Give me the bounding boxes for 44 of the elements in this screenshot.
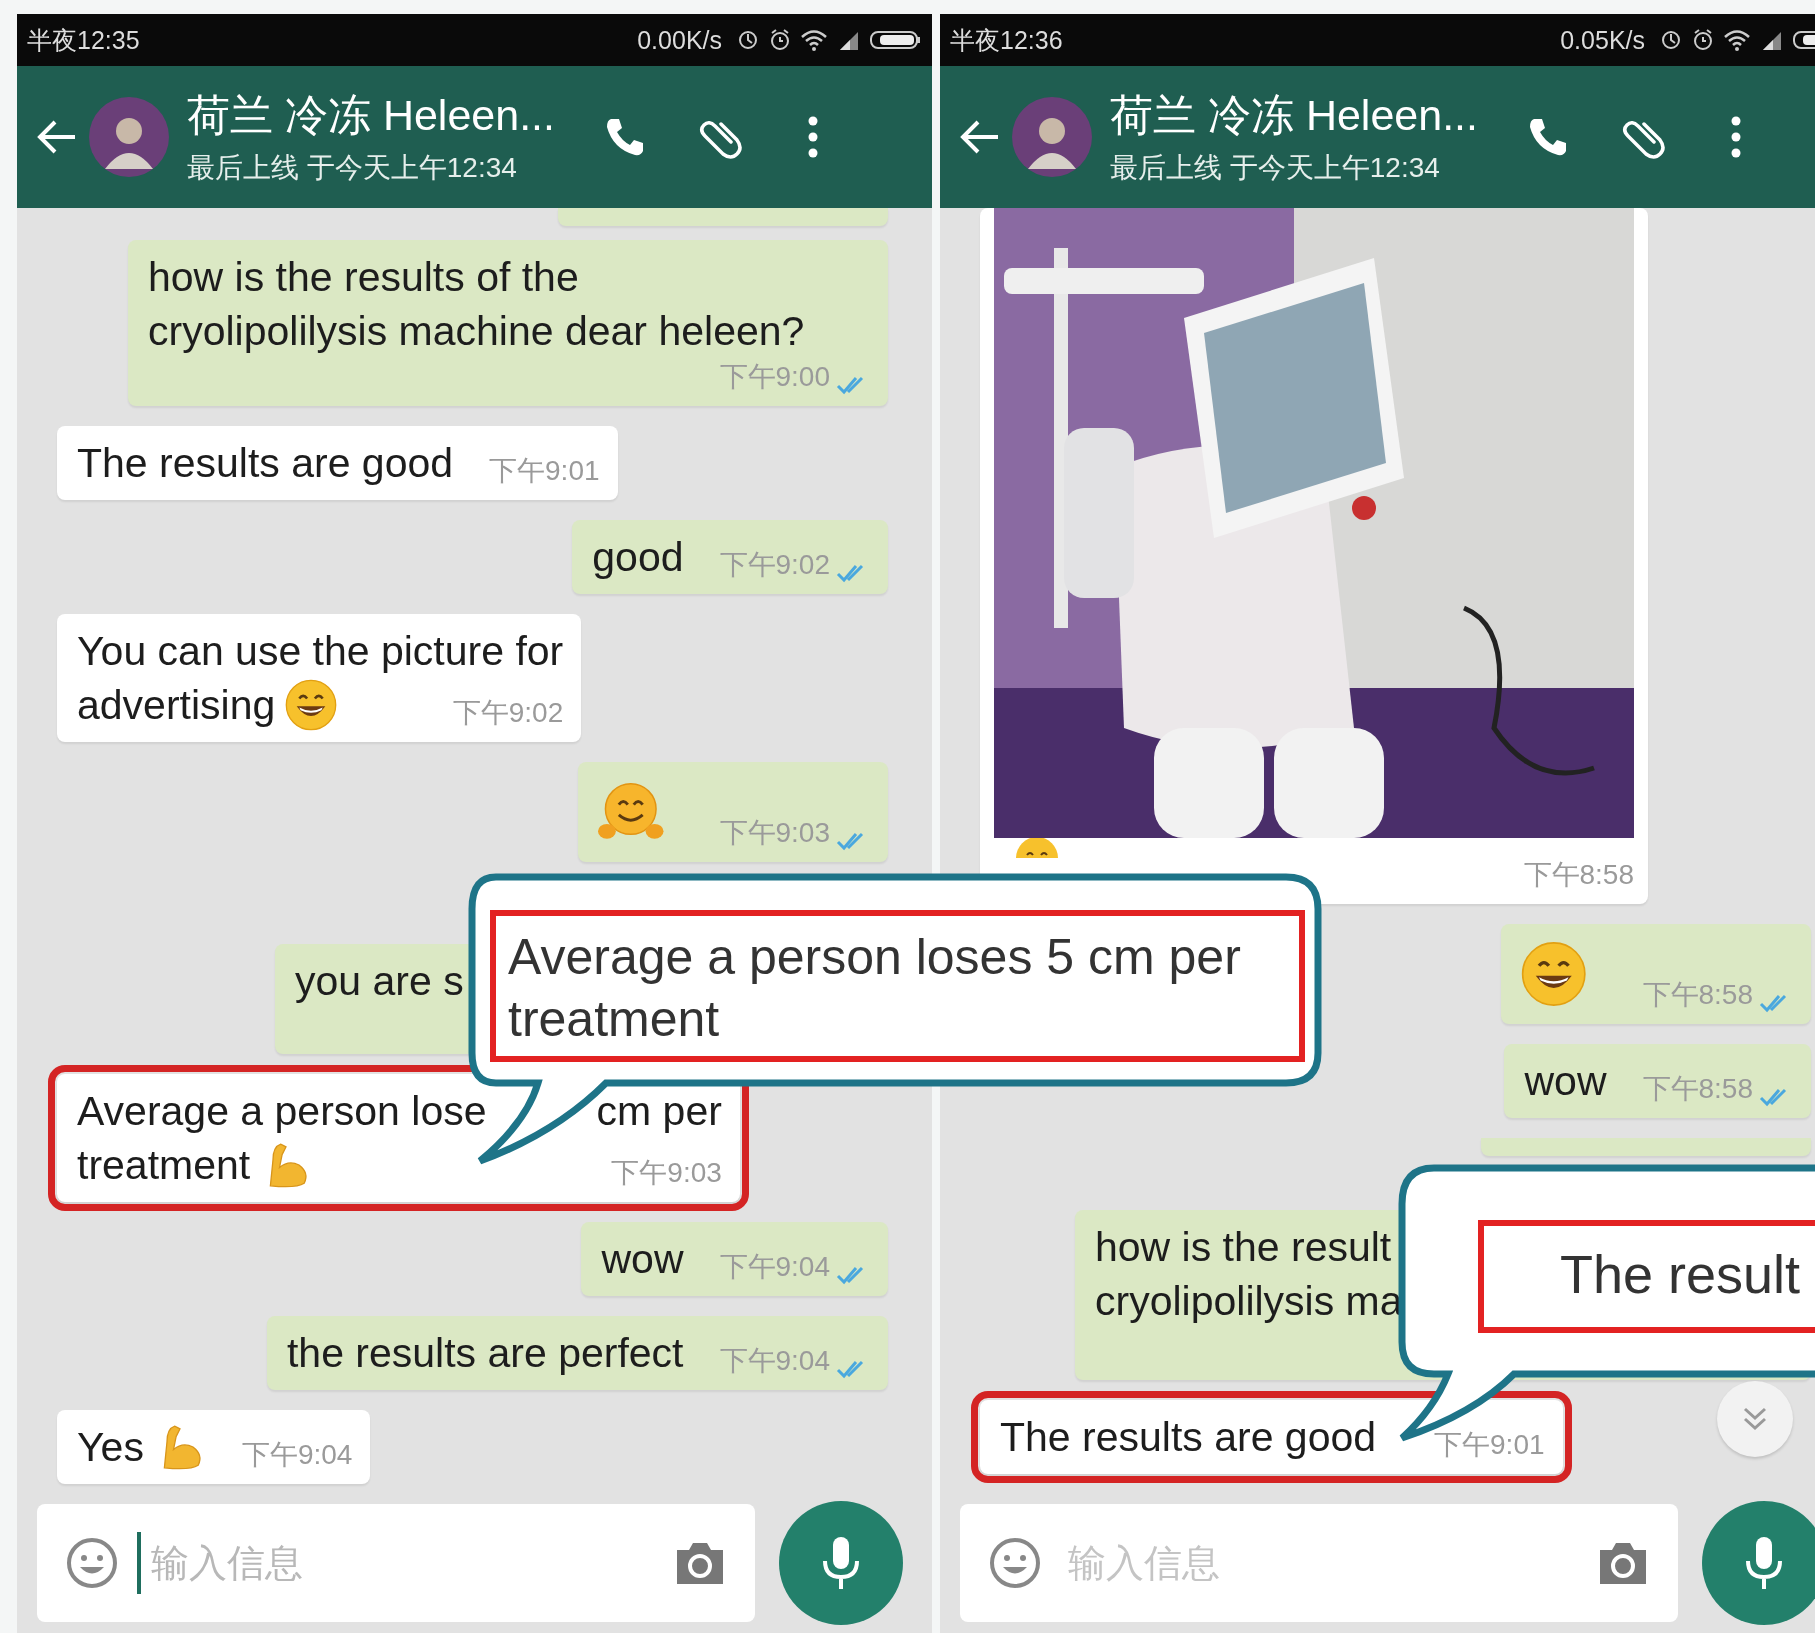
message-text: wow (1524, 1057, 1607, 1106)
message-time: 下午9:03 (719, 816, 830, 850)
message-time: 下午9:04 (241, 1438, 353, 1472)
message-text: how is the results of the (148, 253, 579, 302)
message-input[interactable]: 输入信息 (143, 1541, 655, 1585)
message-text: Yes (77, 1423, 144, 1472)
message-time: 下午9:04 (719, 1344, 830, 1378)
message-text: The results are good (1000, 1413, 1377, 1462)
message-time: 下午9:01 (1434, 1428, 1545, 1462)
status-time: 半夜12:36 (950, 24, 1063, 56)
message-text: You can use the picture for (77, 627, 564, 676)
message-time: 下午9:01 (489, 454, 600, 488)
message-field[interactable]: 输入信息 (37, 1504, 755, 1622)
message-time: 下午8:58 (1523, 858, 1634, 892)
message-text: cryolipolilysis ma (1095, 1277, 1403, 1326)
network-speed: 0.00K/s (637, 25, 722, 55)
message-text: Average a person lose (77, 1087, 487, 1136)
message-text: you are s (295, 957, 464, 1006)
contact-name: 荷兰 冷冻 Heleen... (187, 90, 556, 141)
status-time: 半夜12:35 (27, 24, 140, 56)
message-text: wow (601, 1235, 684, 1284)
callout-text: Average a person loses 5 cm per treatment (490, 910, 1305, 1062)
message-time: 下午9:03 (611, 1156, 722, 1190)
message-text: cm per (596, 1087, 722, 1136)
message-text: good (592, 533, 684, 582)
last-seen: 最后上线 于今天上午12:34 (187, 151, 518, 185)
message-time: 下午9:00 (719, 360, 830, 394)
message-time: 下午8:58 (1642, 978, 1753, 1012)
contact-name: 荷兰 冷冻 Heleen... (1110, 90, 1479, 141)
message-time: 下午8:58 (1642, 1072, 1753, 1106)
callout-text: The result (1478, 1220, 1815, 1333)
network-speed: 0.05K/s (1560, 25, 1645, 55)
last-seen: 最后上线 于今天上午12:34 (1110, 151, 1441, 185)
message-text: treatment (77, 1141, 251, 1190)
message-input[interactable]: 输入信息 (1060, 1541, 1578, 1585)
message-field[interactable]: 输入信息 (960, 1504, 1678, 1622)
message-text: The results are good (77, 439, 454, 488)
message-text: advertising (77, 681, 276, 730)
message-text: cryolipolilysis machine dear heleen? (148, 307, 805, 356)
message-time: 下午9:02 (452, 696, 564, 730)
message-text: how is the result (1095, 1223, 1392, 1272)
message-text: the results are perfect (286, 1329, 684, 1378)
message-time: 下午9:02 (719, 548, 830, 582)
message-time: 下午9:04 (719, 1250, 830, 1284)
